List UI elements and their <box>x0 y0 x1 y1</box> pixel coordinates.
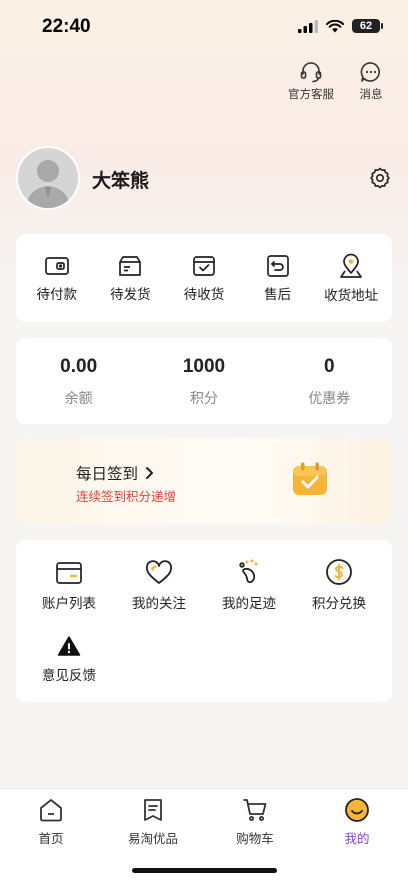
list-icon <box>144 799 162 821</box>
tool-my-footprints[interactable]: 我的足迹 <box>204 558 294 612</box>
cart-icon <box>243 799 267 821</box>
checkin-title: 每日签到 <box>76 465 139 483</box>
warning-icon <box>57 636 81 656</box>
coupons-value: 0 <box>324 356 335 377</box>
order-after-sales[interactable]: 售后 <box>242 254 314 303</box>
tool-label: 我的足迹 <box>222 596 276 612</box>
balance-item[interactable]: 0.00 余额 <box>16 338 141 424</box>
header-actions: 官方客服 消息 <box>286 60 396 102</box>
balance-label: 余额 <box>64 391 93 407</box>
checkin-subtitle: 连续签到积分递增 <box>76 489 177 504</box>
default-avatar-icon <box>18 148 78 208</box>
tab-label: 首页 <box>38 831 64 846</box>
coupons-item[interactable]: 0 优惠券 <box>267 338 392 424</box>
smile-icon <box>345 798 369 822</box>
tab-cart[interactable]: 购物车 <box>210 797 300 847</box>
coupons-label: 优惠券 <box>308 391 351 407</box>
settings-button[interactable] <box>368 166 392 194</box>
return-icon <box>266 254 289 277</box>
order-shipping-address[interactable]: 收货地址 <box>315 253 387 304</box>
points-value: 1000 <box>182 356 226 377</box>
tool-label: 账户列表 <box>42 596 96 612</box>
username: 大笨熊 <box>92 170 150 192</box>
dollar-coin-icon <box>326 559 352 585</box>
tool-my-follows[interactable]: 我的关注 <box>114 560 204 612</box>
balance-value: 0.00 <box>60 356 98 377</box>
order-label: 待发货 <box>110 286 151 303</box>
home-icon <box>40 799 62 822</box>
wallet-icon <box>44 256 69 275</box>
status-icons: 62 <box>298 19 383 33</box>
checkin-title-row: 每日签到 <box>76 462 154 484</box>
gear-icon <box>370 167 390 189</box>
tool-label: 积分兑换 <box>312 596 366 612</box>
battery-icon: 62 <box>352 19 383 33</box>
calendar-check-icon <box>293 462 327 495</box>
messages-button[interactable]: 消息 <box>346 60 396 102</box>
order-pending-shipment[interactable]: 待发货 <box>94 254 166 303</box>
order-label: 待付款 <box>36 286 78 303</box>
chat-bubble-icon <box>360 62 380 82</box>
package-check-icon <box>193 255 215 276</box>
tab-label: 易淘优品 <box>127 831 178 846</box>
tool-points-exchange[interactable]: 积分兑换 <box>294 558 384 612</box>
customer-service-button[interactable]: 官方客服 <box>286 60 336 102</box>
status-time: 22:40 <box>42 16 91 37</box>
avatar[interactable] <box>16 146 80 210</box>
profile-section: 大笨熊 <box>16 146 392 210</box>
order-label: 收货地址 <box>324 287 379 304</box>
box-icon <box>119 255 142 276</box>
tool-account-list[interactable]: 账户列表 <box>24 560 114 612</box>
tools-card: 账户列表 我的关注 我的足迹 积分兑换 意见反馈 <box>16 540 392 702</box>
tab-home[interactable]: 首页 <box>6 797 96 847</box>
order-pending-receipt[interactable]: 待收货 <box>168 254 240 303</box>
tab-label: 购物车 <box>236 831 274 846</box>
status-bar: 22:40 62 <box>0 0 408 54</box>
orders-card: 待付款 待发货 待收货 售后 收货地址 <box>16 234 392 322</box>
tool-feedback[interactable]: 意见反馈 <box>24 634 114 684</box>
tab-label: 我的 <box>344 831 370 846</box>
tool-label: 意见反馈 <box>42 668 96 684</box>
headset-icon <box>300 62 322 83</box>
tab-yitao-youpin[interactable]: 易淘优品 <box>108 797 198 847</box>
wifi-icon <box>326 19 344 32</box>
chevron-right-icon <box>146 467 154 479</box>
card-icon <box>56 562 82 584</box>
points-label: 积分 <box>189 391 218 407</box>
assets-card: 0.00 余额 1000 积分 0 优惠券 <box>16 338 392 424</box>
customer-service-label: 官方客服 <box>288 87 334 101</box>
points-item[interactable]: 1000 积分 <box>141 338 266 424</box>
location-pin-icon <box>340 253 363 278</box>
home-indicator <box>132 868 277 873</box>
heart-icon <box>146 560 172 584</box>
order-pending-payment[interactable]: 待付款 <box>21 254 93 303</box>
footprint-icon <box>239 559 258 584</box>
signal-icon <box>298 19 318 33</box>
tab-mine[interactable]: 我的 <box>312 797 402 847</box>
daily-checkin-card[interactable]: 每日签到 连续签到积分递增 <box>16 438 392 524</box>
tool-label: 我的关注 <box>132 596 186 612</box>
order-label: 待收货 <box>183 286 225 303</box>
messages-label: 消息 <box>359 87 383 101</box>
order-label: 售后 <box>264 286 292 303</box>
